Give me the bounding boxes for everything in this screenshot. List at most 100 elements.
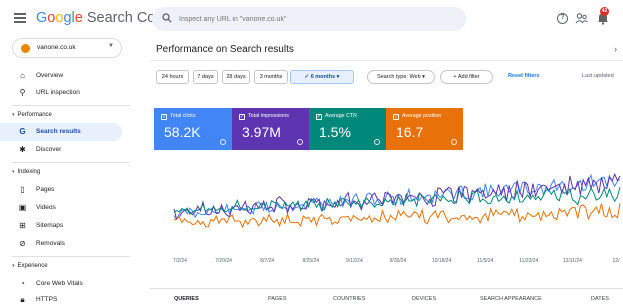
metric-value: 58.2K xyxy=(164,124,201,140)
sidebar-item-label: Removals xyxy=(36,240,65,247)
metric-label: Total impressions xyxy=(248,113,289,119)
selected-range-label: 6 months xyxy=(310,74,336,80)
video-icon: ▣ xyxy=(18,203,27,212)
help-icon[interactable]: ? xyxy=(557,13,568,24)
page-title: Performance on Search results xyxy=(156,44,294,55)
metric-card-total-clicks[interactable]: ✓ Total clicks 58.2K xyxy=(154,108,232,150)
checkbox-checked-icon: ✓ xyxy=(161,114,167,120)
sidebar-item-label: Search results xyxy=(36,128,81,135)
divider xyxy=(12,256,130,257)
checkbox-checked-icon: ✓ xyxy=(393,114,399,120)
range-chip-7-days[interactable]: 7 days xyxy=(193,70,218,84)
help-circle-icon[interactable] xyxy=(451,139,457,145)
sidebar-item-label: URL inspection xyxy=(36,89,80,96)
checkbox-checked-icon: ✓ xyxy=(239,114,245,120)
sidebar-item-label: Sitemaps xyxy=(36,222,64,229)
checkbox-checked-icon: ✓ xyxy=(316,114,322,120)
divider xyxy=(12,105,130,106)
help-circle-icon[interactable] xyxy=(297,139,303,145)
help-circle-icon[interactable] xyxy=(374,139,380,145)
metric-card-average-position[interactable]: ✓ Average position 16.7 xyxy=(386,108,463,150)
metric-value: 16.7 xyxy=(396,124,424,140)
sidebar-item-videos[interactable]: ▣ Videos xyxy=(0,199,122,217)
sidebar-item-sitemaps[interactable]: ⊞ Sitemaps xyxy=(0,217,122,235)
sidebar-item-label: Pages xyxy=(36,186,55,193)
sidebar-item-https[interactable]: 🔒︎ HTTPS xyxy=(0,291,122,304)
x-tick-label: 7/20/24 xyxy=(215,258,232,264)
dropdown-caret-icon: ▾ xyxy=(335,74,340,80)
series-line-average-position xyxy=(173,203,621,229)
section-toggle-indexing[interactable]: ▾ Indexing xyxy=(12,169,40,175)
metric-card-total-impressions[interactable]: ✓ Total impressions 3.97M xyxy=(232,108,309,150)
notification-count-badge: 42 xyxy=(600,7,609,16)
sitemap-icon: ⊞ xyxy=(19,221,26,230)
section-toggle-performance[interactable]: ▾ Performance xyxy=(12,112,52,118)
section-title: Experience xyxy=(17,263,48,269)
metric-label: Total clicks xyxy=(170,113,196,119)
pages-icon: ▯ xyxy=(20,185,25,194)
x-tick-label: 8/7/24 xyxy=(260,258,274,264)
property-name: vanone.co.uk xyxy=(37,44,76,51)
sidebar-item-pages[interactable]: ▯ Pages xyxy=(0,181,122,199)
top-app-bar: Google Search Console ? 42 xyxy=(0,0,623,38)
sidebar-item-url-inspection[interactable]: ⚲ URL inspection xyxy=(0,84,122,102)
sidebar-item-overview[interactable]: ⌂ Overview xyxy=(0,67,122,85)
collapse-icon: ▾ xyxy=(12,112,15,118)
tab-queries[interactable]: QUERIES xyxy=(174,296,199,302)
metric-label: Average CTR xyxy=(325,113,357,119)
google-g-icon: G xyxy=(19,127,26,136)
home-icon: ⌂ xyxy=(20,71,25,80)
sidebar-item-search-results[interactable]: G Search results xyxy=(0,123,122,141)
section-toggle-experience[interactable]: ▾ Experience xyxy=(12,263,48,269)
filter-bar: 24 hours 7 days 28 days 3 months ✓ 6 mon… xyxy=(150,60,623,90)
tab-dates[interactable]: DATES xyxy=(591,296,609,302)
tab-pages[interactable]: PAGES xyxy=(268,296,287,302)
x-tick-label: 12/11/24 xyxy=(563,258,582,264)
range-chip-24-hours[interactable]: 24 hours xyxy=(156,70,189,84)
metric-value: 1.5% xyxy=(319,124,351,140)
range-chip-3-months[interactable]: 3 months xyxy=(254,70,288,84)
x-tick-label: 9/30/24 xyxy=(390,258,407,264)
search-type-filter[interactable]: Search type: Web ▾ xyxy=(367,70,435,84)
help-circle-icon[interactable] xyxy=(220,139,226,145)
add-filter-label: Add filter xyxy=(457,74,480,80)
tab-devices[interactable]: DEVICES xyxy=(412,296,436,302)
sidebar-item-label: Core Web Vitals xyxy=(36,280,83,287)
x-tick-label: 11/5/24 xyxy=(477,258,494,264)
hamburger-menu-icon[interactable] xyxy=(14,13,26,23)
x-tick-label: 7/2/24 xyxy=(173,258,187,264)
sidebar-item-label: Videos xyxy=(36,204,56,211)
report-tabs: QUERIES PAGES COUNTRIES DEVICES SEARCH A… xyxy=(150,288,623,304)
sidebar-item-label: Overview xyxy=(36,72,64,79)
sidebar-item-removals[interactable]: ⊘ Removals xyxy=(0,235,122,253)
property-selector[interactable]: vanone.co.uk ▼ xyxy=(12,38,122,58)
search-input[interactable] xyxy=(179,12,459,26)
add-filter-button[interactable]: + Add filter xyxy=(440,70,493,84)
manage-users-icon[interactable] xyxy=(575,12,588,25)
search-icon xyxy=(162,13,172,23)
series-line-total-clicks xyxy=(173,173,621,221)
metric-card-average-ctr[interactable]: ✓ Average CTR 1.5% xyxy=(309,108,386,150)
range-chip-6-months[interactable]: ✓ 6 months ▾ xyxy=(290,70,354,84)
dropdown-caret-icon: ▼ xyxy=(108,43,114,49)
metric-value: 3.97M xyxy=(242,124,281,140)
url-inspect-search[interactable] xyxy=(152,7,466,31)
search-type-label: Search type: Web xyxy=(377,74,421,80)
export-icon[interactable]: › xyxy=(614,44,617,54)
reset-filters-link[interactable]: Reset filters xyxy=(508,73,540,79)
range-chip-28-days[interactable]: 28 days xyxy=(222,70,250,84)
x-tick-label: 12/ xyxy=(613,258,621,264)
tab-search-appearance[interactable]: SEARCH APPEARANCE xyxy=(480,296,542,302)
dropdown-caret-icon: ▾ xyxy=(420,74,425,80)
collapse-icon: ▾ xyxy=(12,263,15,269)
x-tick-label: 11/23/24 xyxy=(519,258,538,264)
sidebar-item-discover[interactable]: ✱ Discover xyxy=(0,141,122,159)
tab-countries[interactable]: COUNTRIES xyxy=(333,296,365,302)
lock-icon: 🔒︎ xyxy=(20,295,25,304)
last-updated-text: Last updated xyxy=(582,73,614,79)
performance-line-chart[interactable]: 7/2/24 7/20/24 8/7/24 8/25/24 9/12/24 9/30/24… xyxy=(150,154,623,266)
brand-google: Google xyxy=(36,10,83,26)
x-tick-label: 9/12/24 xyxy=(346,258,363,264)
section-title: Performance xyxy=(17,112,52,118)
property-favicon-icon xyxy=(21,44,30,53)
